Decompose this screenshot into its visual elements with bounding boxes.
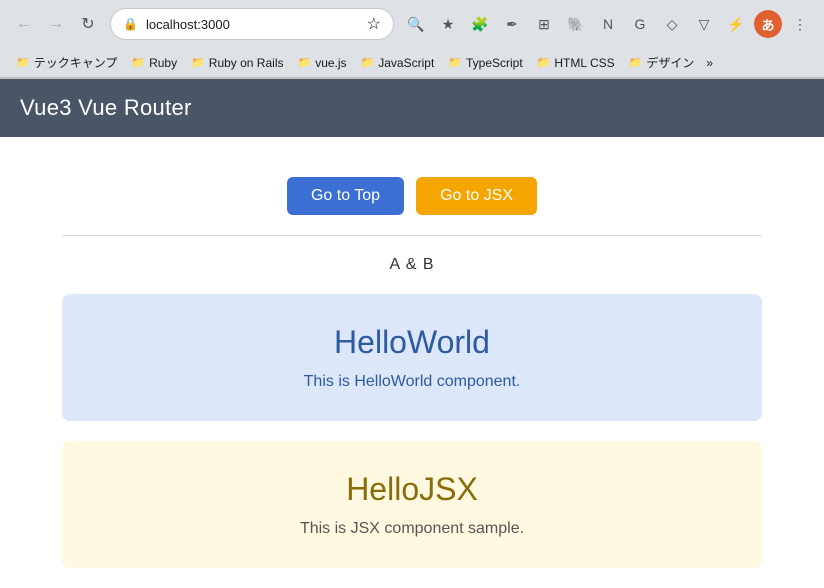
- bookmark-label: テックキャンプ: [34, 54, 118, 71]
- go-to-top-button[interactable]: Go to Top: [287, 177, 404, 215]
- hello-world-title: HelloWorld: [82, 324, 742, 361]
- folder-icon: 📁: [537, 56, 551, 69]
- go-to-jsx-button[interactable]: Go to JSX: [416, 177, 537, 215]
- bookmark-javascript[interactable]: 📁 JavaScript: [355, 54, 441, 72]
- app-header: Vue3 Vue Router: [0, 79, 824, 137]
- bookmark-rails[interactable]: 📁 Ruby on Rails: [185, 54, 289, 72]
- puzzle-icon[interactable]: ⊞: [530, 10, 558, 38]
- ext4-icon[interactable]: ▽: [690, 10, 718, 38]
- evernote-icon[interactable]: 🐘: [562, 10, 590, 38]
- bookmark-label: Ruby on Rails: [209, 56, 284, 70]
- app-body: Go to Top Go to JSX A & B HelloWorld Thi…: [0, 137, 824, 588]
- bookmark-techcamp[interactable]: 📁 テックキャンプ: [10, 52, 123, 73]
- bookmark-vuejs[interactable]: 📁 vue.js: [291, 54, 352, 72]
- notion-icon[interactable]: N: [594, 10, 622, 38]
- bookmark-typescript[interactable]: 📁 TypeScript: [442, 54, 528, 72]
- back-button[interactable]: ←: [10, 10, 38, 38]
- bookmarks-bar: 📁 テックキャンプ 📁 Ruby 📁 Ruby on Rails 📁 vue.j…: [0, 48, 824, 78]
- folder-icon: 📁: [131, 56, 145, 69]
- route-label: A & B: [389, 256, 434, 274]
- bookmark-label: TypeScript: [466, 56, 523, 70]
- bookmark-ruby[interactable]: 📁 Ruby: [125, 54, 183, 72]
- folder-icon: 📁: [16, 56, 30, 69]
- bookmarks-more[interactable]: »: [706, 56, 713, 70]
- url-input[interactable]: [146, 17, 359, 32]
- bookmark-icon[interactable]: ★: [434, 10, 462, 38]
- bookmark-label: JavaScript: [378, 56, 434, 70]
- hello-world-description: This is HelloWorld component.: [82, 373, 742, 391]
- hello-jsx-description: This is JSX component sample.: [82, 520, 742, 538]
- lock-icon: 🔒: [123, 17, 138, 31]
- feather-icon[interactable]: ✒: [498, 10, 526, 38]
- folder-icon: 📁: [448, 56, 462, 69]
- ext2-icon[interactable]: G: [626, 10, 654, 38]
- bookmark-label: デザイン: [646, 54, 694, 71]
- profile-avatar[interactable]: あ: [754, 10, 782, 38]
- ext5-icon[interactable]: ⚡: [722, 10, 750, 38]
- bookmark-label: Ruby: [149, 56, 177, 70]
- folder-icon: 📁: [361, 56, 375, 69]
- hello-jsx-card: HelloJSX This is JSX component sample.: [62, 441, 762, 568]
- browser-toolbar: ← → ↻ 🔒 ☆ 🔍 ★ 🧩 ✒ ⊞ 🐘 N G ◇ ▽ ⚡ あ ⋮: [0, 0, 824, 48]
- folder-icon: 📁: [191, 56, 205, 69]
- section-divider: [62, 235, 762, 236]
- search-icon[interactable]: 🔍: [402, 10, 430, 38]
- bookmark-label: HTML CSS: [554, 56, 614, 70]
- bookmark-design[interactable]: 📁 デザイン: [623, 52, 701, 73]
- folder-icon: 📁: [629, 56, 643, 69]
- app-title: Vue3 Vue Router: [20, 95, 192, 120]
- nav-buttons: ← → ↻: [10, 10, 102, 38]
- browser-chrome: ← → ↻ 🔒 ☆ 🔍 ★ 🧩 ✒ ⊞ 🐘 N G ◇ ▽ ⚡ あ ⋮ 📁: [0, 0, 824, 79]
- menu-button[interactable]: ⋮: [786, 10, 814, 38]
- address-bar[interactable]: 🔒 ☆: [110, 8, 394, 40]
- button-group: Go to Top Go to JSX: [287, 177, 537, 215]
- reload-button[interactable]: ↻: [74, 10, 102, 38]
- hello-jsx-title: HelloJSX: [82, 471, 742, 508]
- folder-icon: 📁: [297, 56, 311, 69]
- hello-world-card: HelloWorld This is HelloWorld component.: [62, 294, 762, 421]
- bookmark-label: vue.js: [315, 56, 346, 70]
- star-icon[interactable]: ☆: [367, 14, 381, 34]
- forward-button[interactable]: →: [42, 10, 70, 38]
- toolbar-icons: 🔍 ★ 🧩 ✒ ⊞ 🐘 N G ◇ ▽ ⚡ あ ⋮: [402, 10, 814, 38]
- bookmark-html-css[interactable]: 📁 HTML CSS: [531, 54, 621, 72]
- profile-extensions[interactable]: 🧩: [466, 10, 494, 38]
- ext3-icon[interactable]: ◇: [658, 10, 686, 38]
